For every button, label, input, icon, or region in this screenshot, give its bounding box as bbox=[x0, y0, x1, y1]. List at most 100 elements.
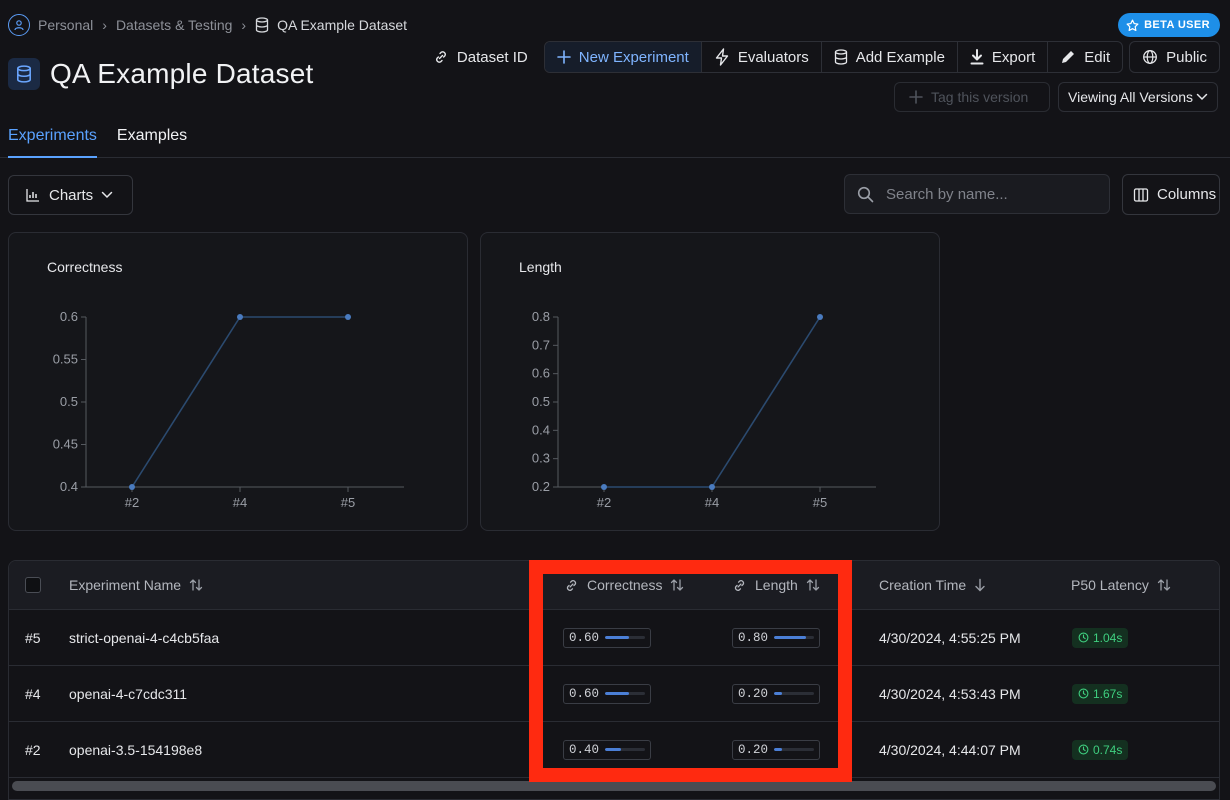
data-point bbox=[237, 314, 243, 320]
row-id: #5 bbox=[25, 629, 41, 646]
creation-time: 4/30/2024, 4:44:07 PM bbox=[879, 741, 1021, 758]
export-button[interactable]: Export bbox=[958, 42, 1049, 72]
sort-icon bbox=[806, 578, 820, 592]
header-length[interactable]: Length bbox=[732, 561, 820, 609]
link-icon bbox=[564, 578, 579, 593]
length-chart: 0.8 0.7 0.6 0.5 0.4 0.3 0.2 #2 #4 #5 bbox=[532, 309, 876, 510]
version-select[interactable]: Viewing All Versions bbox=[1058, 82, 1218, 112]
row-id: #2 bbox=[25, 741, 41, 758]
dataset-id-label: Dataset ID bbox=[456, 48, 528, 66]
database-icon bbox=[8, 58, 40, 90]
charts-label: Charts bbox=[49, 186, 94, 204]
length-cell: 0.20 bbox=[732, 722, 821, 777]
breadcrumb-label: Personal bbox=[38, 17, 94, 33]
beta-user-badge[interactable]: BETA USER bbox=[1118, 13, 1220, 37]
sort-icon bbox=[670, 578, 684, 592]
clock-icon bbox=[1078, 744, 1089, 755]
x-tick-label: #5 bbox=[341, 495, 355, 510]
chart-title: Length bbox=[519, 259, 562, 275]
chart-title: Correctness bbox=[47, 259, 123, 275]
public-button[interactable]: Public bbox=[1129, 41, 1220, 73]
page-header: QA Example Dataset bbox=[8, 58, 314, 90]
latency-badge: 1.04s bbox=[1072, 627, 1129, 648]
plus-icon bbox=[556, 50, 571, 64]
y-tick-label: 0.5 bbox=[532, 394, 550, 409]
correctness-score[interactable]: 0.60 bbox=[563, 683, 652, 704]
sort-icon bbox=[189, 578, 203, 592]
breadcrumb-datasets[interactable]: Datasets & Testing bbox=[116, 17, 232, 33]
y-tick-label: 0.4 bbox=[532, 422, 550, 437]
length-score[interactable]: 0.20 bbox=[732, 739, 821, 760]
experiment-name[interactable]: openai-3.5-154198e8 bbox=[69, 722, 202, 777]
length-score[interactable]: 0.80 bbox=[732, 627, 821, 648]
search-input[interactable] bbox=[886, 185, 1096, 203]
plus-icon bbox=[909, 90, 923, 104]
chart-icon bbox=[25, 187, 41, 203]
experiment-name[interactable]: openai-4-c7cdc311 bbox=[69, 666, 187, 721]
add-example-button[interactable]: Add Example bbox=[822, 42, 958, 72]
chevron-down-icon bbox=[101, 191, 113, 199]
table-row[interactable]: #4 openai-4-c7cdc311 0.60 0.20 4/30/2024… bbox=[9, 666, 1219, 722]
x-tick-label: #5 bbox=[813, 495, 827, 510]
y-tick-label: 0.6 bbox=[60, 309, 78, 324]
series-line bbox=[131, 316, 348, 488]
version-controls: Tag this version Viewing All Versions bbox=[894, 82, 1218, 112]
correctness-score[interactable]: 0.40 bbox=[563, 739, 652, 760]
header-label: Creation Time bbox=[879, 577, 967, 593]
latency-cell: 0.74s bbox=[1072, 722, 1129, 777]
new-experiment-button[interactable]: New Experiment bbox=[544, 42, 702, 72]
tab-examples[interactable]: Examples bbox=[117, 118, 187, 158]
header-experiment-name[interactable]: Experiment Name bbox=[69, 561, 203, 609]
correctness-cell: 0.60 bbox=[563, 666, 652, 721]
latency-cell: 1.67s bbox=[1072, 666, 1129, 721]
columns-button[interactable]: Columns bbox=[1122, 174, 1220, 215]
tab-experiments[interactable]: Experiments bbox=[8, 118, 97, 158]
score-bar bbox=[774, 748, 815, 751]
latency-value: 1.04s bbox=[1093, 630, 1123, 645]
edit-label: Edit bbox=[1084, 48, 1111, 66]
header-p50-latency[interactable]: P50 Latency bbox=[1071, 561, 1171, 609]
latency-value: 0.74s bbox=[1093, 742, 1123, 757]
charts-dropdown[interactable]: Charts bbox=[8, 175, 133, 215]
creation-time: 4/30/2024, 4:55:25 PM bbox=[879, 629, 1021, 646]
header-label: Correctness bbox=[587, 577, 663, 593]
score-bar-fill bbox=[605, 748, 622, 751]
clock-icon bbox=[1078, 632, 1089, 643]
y-tick-label: 0.6 bbox=[532, 366, 550, 381]
horizontal-scrollbar[interactable] bbox=[12, 781, 1216, 791]
data-point bbox=[817, 314, 823, 320]
experiments-table: Experiment Name Correctness Length Creat… bbox=[8, 560, 1220, 800]
columns-label: Columns bbox=[1157, 186, 1217, 203]
length-score[interactable]: 0.20 bbox=[732, 683, 821, 704]
experiment-name[interactable]: strict-openai-4-c4cb5faa bbox=[69, 610, 219, 665]
dataset-id-button[interactable]: Dataset ID bbox=[423, 41, 538, 73]
tag-version-button[interactable]: Tag this version bbox=[894, 82, 1050, 112]
clock-icon bbox=[1078, 688, 1089, 699]
tag-version-label: Tag this version bbox=[931, 89, 1029, 105]
header-correctness[interactable]: Correctness bbox=[564, 561, 684, 609]
score-bar bbox=[605, 636, 646, 639]
link-icon bbox=[732, 578, 747, 593]
score-value: 0.80 bbox=[738, 630, 769, 645]
select-all-checkbox[interactable] bbox=[25, 577, 41, 593]
table-row[interactable]: #2 openai-3.5-154198e8 0.40 0.20 4/30/20… bbox=[9, 722, 1219, 778]
page-title: QA Example Dataset bbox=[50, 58, 314, 89]
search-box bbox=[844, 174, 1110, 214]
new-experiment-label: New Experiment bbox=[578, 48, 689, 66]
edit-button[interactable]: Edit bbox=[1048, 42, 1122, 72]
length-cell: 0.20 bbox=[732, 666, 821, 721]
latency-cell: 1.04s bbox=[1072, 610, 1129, 665]
table-row[interactable]: #5 strict-openai-4-c4cb5faa 0.60 0.80 4/… bbox=[9, 610, 1219, 666]
latency-value: 1.67s bbox=[1093, 686, 1123, 701]
header-label: Experiment Name bbox=[69, 577, 182, 593]
app-page: Personal › Datasets & Testing › QA Examp… bbox=[0, 0, 1230, 800]
score-bar-fill bbox=[605, 636, 630, 639]
correctness-score[interactable]: 0.60 bbox=[563, 627, 652, 648]
creation-time: 4/30/2024, 4:53:43 PM bbox=[879, 685, 1021, 702]
header-creation-time[interactable]: Creation Time bbox=[879, 561, 986, 609]
breadcrumb-personal[interactable]: Personal bbox=[8, 14, 93, 36]
latency-badge: 0.74s bbox=[1072, 739, 1129, 760]
data-point bbox=[709, 484, 715, 490]
score-value: 0.20 bbox=[738, 742, 769, 757]
evaluators-button[interactable]: Evaluators bbox=[702, 42, 822, 72]
